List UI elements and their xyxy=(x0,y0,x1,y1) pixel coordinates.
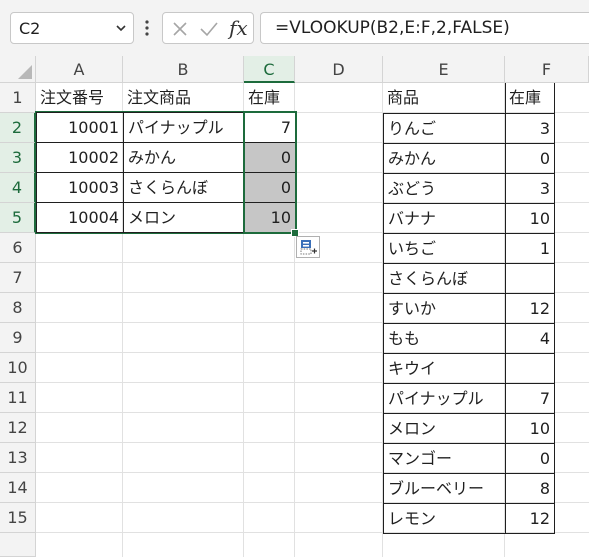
cell-b3[interactable]: みかん xyxy=(123,142,245,173)
cell-f11[interactable]: 7 xyxy=(505,383,555,414)
enter-check-icon[interactable] xyxy=(199,20,219,38)
cell-b5[interactable]: メロン xyxy=(123,202,245,233)
cell-f10[interactable] xyxy=(505,353,555,384)
column-header-a[interactable]: A xyxy=(36,56,123,83)
row-header-10[interactable]: 10 xyxy=(0,353,36,383)
cell-e4[interactable]: ぶどう xyxy=(383,173,506,204)
cell-f2[interactable]: 3 xyxy=(505,113,555,144)
cell-e9[interactable]: もも xyxy=(383,323,506,354)
cell-c5[interactable]: 10 xyxy=(244,202,296,233)
row-header-12[interactable]: 12 xyxy=(0,413,36,443)
row-header-7[interactable]: 7 xyxy=(0,263,36,293)
column-header-f[interactable]: F xyxy=(505,56,589,83)
cell-f7[interactable] xyxy=(505,263,555,294)
cell-f15[interactable]: 12 xyxy=(505,503,555,534)
cell-e7[interactable]: さくらんぼ xyxy=(383,263,506,294)
cell-c3[interactable]: 0 xyxy=(244,142,296,173)
column-header-e[interactable]: E xyxy=(383,56,505,83)
cell-e13[interactable]: マンゴー xyxy=(383,443,506,474)
row-header-4[interactable]: 4 xyxy=(0,173,36,203)
paste-icon xyxy=(300,240,317,255)
row-header-2[interactable]: 2 xyxy=(0,113,36,143)
cell-e5[interactable]: バナナ xyxy=(383,203,506,234)
cell-f9[interactable]: 4 xyxy=(505,323,555,354)
chevron-down-icon[interactable] xyxy=(115,22,127,34)
cell-e10[interactable]: キウイ xyxy=(383,353,506,384)
column-header-b[interactable]: B xyxy=(123,56,244,83)
row-header-15[interactable]: 15 xyxy=(0,503,36,533)
cell-f13[interactable]: 0 xyxy=(505,443,555,474)
cell-b2[interactable]: パイナップル xyxy=(123,112,245,143)
formula-bar-area: C2 fx =VLOOKUP(B2,E:F,2,FALSE) xyxy=(0,0,589,56)
formula-buttons: fx xyxy=(162,12,254,44)
row-header-6[interactable]: 6 xyxy=(0,233,36,263)
cell-f12[interactable]: 10 xyxy=(505,413,555,444)
cell-f4[interactable]: 3 xyxy=(505,173,555,204)
cell-e14[interactable]: ブルーベリー xyxy=(383,473,506,504)
name-box-value: C2 xyxy=(19,19,41,38)
insert-function-icon[interactable]: fx xyxy=(229,16,248,40)
cell-f14[interactable]: 8 xyxy=(505,473,555,504)
cell-a4[interactable]: 10003 xyxy=(36,172,124,203)
paste-options-button[interactable] xyxy=(296,236,320,258)
cell-e6[interactable]: いちご xyxy=(383,233,506,264)
row-header-1[interactable]: 1 xyxy=(0,83,36,113)
cell-c2[interactable]: 7 xyxy=(244,112,296,143)
cell-e1[interactable]: 商品 xyxy=(383,83,506,114)
more-options-icon[interactable] xyxy=(144,18,150,38)
cell-b1[interactable]: 注文商品 xyxy=(123,83,244,113)
cell-f8[interactable]: 12 xyxy=(505,293,555,324)
cell-c4[interactable]: 0 xyxy=(244,172,296,203)
row-header-8[interactable]: 8 xyxy=(0,293,36,323)
select-all-button[interactable] xyxy=(0,56,36,83)
cell-f6[interactable]: 1 xyxy=(505,233,555,264)
column-header-c[interactable]: C xyxy=(244,56,295,83)
cell-e8[interactable]: すいか xyxy=(383,293,506,324)
cell-f3[interactable]: 0 xyxy=(505,143,555,174)
cell-e2[interactable]: りんご xyxy=(383,113,506,144)
formula-input[interactable]: =VLOOKUP(B2,E:F,2,FALSE) xyxy=(260,12,589,44)
cell-f1[interactable]: 在庫 xyxy=(505,83,555,114)
row-header-9[interactable]: 9 xyxy=(0,323,36,353)
cell-e3[interactable]: みかん xyxy=(383,143,506,174)
row-header-14[interactable]: 14 xyxy=(0,473,36,503)
row-header-16[interactable] xyxy=(0,533,36,557)
column-header-d[interactable]: D xyxy=(295,56,383,83)
cancel-icon[interactable] xyxy=(171,20,189,38)
cell-a2[interactable]: 10001 xyxy=(36,112,124,143)
cell-e12[interactable]: メロン xyxy=(383,413,506,444)
cell-f5[interactable]: 10 xyxy=(505,203,555,234)
cell-e15[interactable]: レモン xyxy=(383,503,506,534)
cell-b4[interactable]: さくらんぼ xyxy=(123,172,245,203)
cell-a3[interactable]: 10002 xyxy=(36,142,124,173)
cell-a5[interactable]: 10004 xyxy=(36,202,124,233)
row-header-11[interactable]: 11 xyxy=(0,383,36,413)
row-header-3[interactable]: 3 xyxy=(0,143,36,173)
formula-text: =VLOOKUP(B2,E:F,2,FALSE) xyxy=(275,18,510,38)
cell-c1[interactable]: 在庫 xyxy=(244,83,295,113)
cell-e11[interactable]: パイナップル xyxy=(383,383,506,414)
row-header-13[interactable]: 13 xyxy=(0,443,36,473)
cell-a1[interactable]: 注文番号 xyxy=(36,83,123,113)
name-box[interactable]: C2 xyxy=(10,12,134,44)
worksheet-grid[interactable]: A B C D E F 1 2 3 4 5 6 7 8 9 10 11 12 1… xyxy=(0,56,589,557)
row-header-5[interactable]: 5 xyxy=(0,203,36,233)
